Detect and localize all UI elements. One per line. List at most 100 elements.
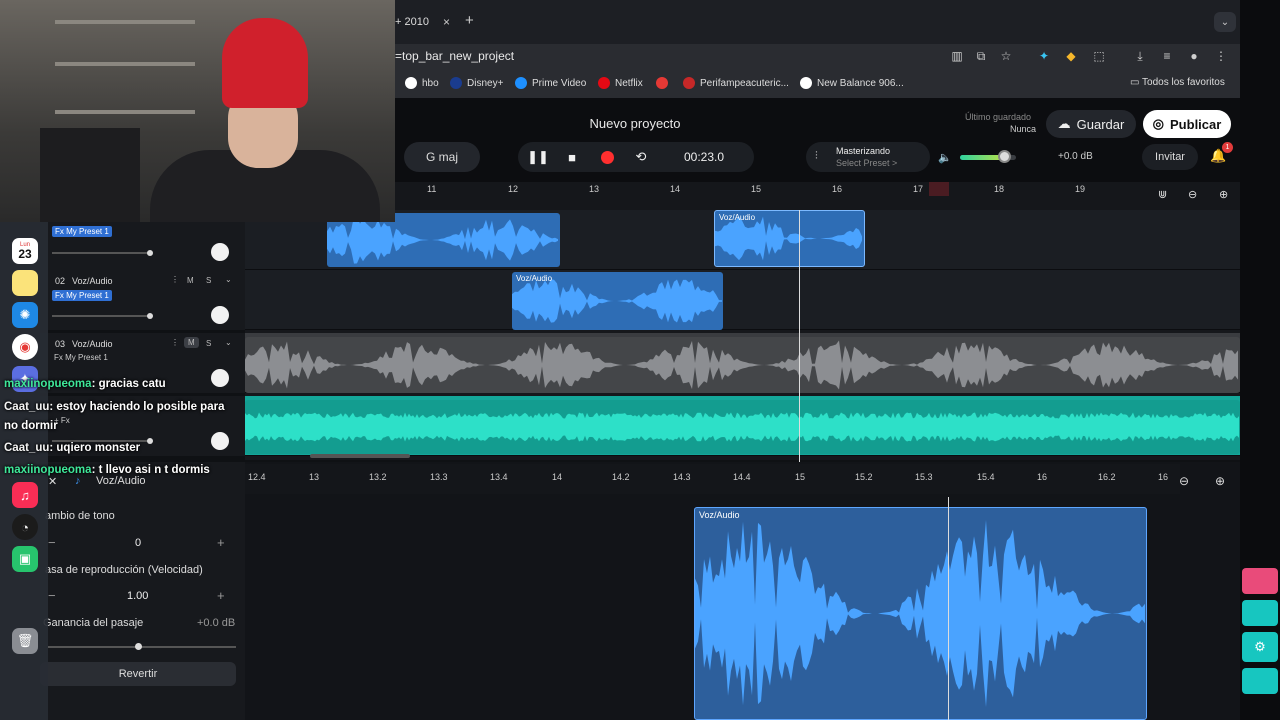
editor-clip[interactable]: Voz/Audio: [694, 507, 1147, 720]
track-lane-2[interactable]: [245, 270, 1240, 330]
stop-icon[interactable]: ■: [561, 146, 583, 168]
url-text[interactable]: =top_bar_new_project: [395, 49, 514, 63]
solo-button[interactable]: S: [206, 339, 211, 348]
notes-app-icon[interactable]: [12, 270, 38, 296]
mute-button[interactable]: M: [187, 276, 194, 285]
bookmark-item[interactable]: hbo: [405, 77, 439, 89]
bookmark-item[interactable]: Prime Video: [515, 77, 586, 89]
pan-knob[interactable]: [211, 369, 229, 387]
bookmark-item[interactable]: Perifampeacuteric...: [683, 77, 789, 89]
fx-preset-tag[interactable]: Fx My Preset 1: [54, 353, 108, 362]
gain-slider[interactable]: [48, 646, 236, 648]
all-favorites[interactable]: ▭ Todos los favoritos: [1130, 77, 1225, 88]
chevron-down-icon[interactable]: ⌄: [225, 338, 232, 347]
slider-knob[interactable]: [147, 438, 153, 444]
volume-knob[interactable]: [997, 150, 1011, 163]
editor-ruler-tick: 13.3: [430, 472, 448, 482]
speed-value[interactable]: 1.00: [127, 590, 148, 602]
key-button[interactable]: G maj: [404, 142, 480, 172]
extension-icon[interactable]: ◆: [1062, 47, 1080, 65]
music-app-icon[interactable]: ♫: [12, 482, 38, 508]
media-icon[interactable]: ≡: [1158, 47, 1176, 65]
minus-icon[interactable]: −: [48, 535, 56, 550]
menu-icon[interactable]: ⋮: [1212, 47, 1230, 65]
track-name[interactable]: Voz/Audio: [72, 276, 113, 286]
minus-icon[interactable]: −: [48, 588, 56, 603]
track-header-2[interactable]: 02 Voz/Audio ⋮ M S ⌄ Fx My Preset 1: [40, 270, 245, 330]
cast-icon[interactable]: ⧉: [972, 47, 990, 65]
gain-slider-knob[interactable]: [135, 643, 142, 650]
loop-marker[interactable]: [929, 182, 949, 196]
trash-icon[interactable]: 🗑: [12, 628, 38, 654]
color-swatch[interactable]: [1242, 568, 1278, 594]
zoom-out-icon[interactable]: ⊖: [1188, 188, 1197, 201]
fx-preset-tag[interactable]: Fx My Preset 1: [52, 226, 112, 237]
zoom-out-icon[interactable]: ⊖: [1179, 474, 1189, 488]
close-icon[interactable]: ✕: [48, 475, 57, 488]
pan-knob[interactable]: [211, 306, 229, 324]
plus-icon[interactable]: +: [217, 535, 225, 550]
chat-text: : t llevo asi n t dormis: [91, 464, 210, 476]
track-volume-slider[interactable]: [52, 315, 152, 317]
track-volume-slider[interactable]: [52, 252, 152, 254]
settings-gear-icon[interactable]: ⚙: [1242, 632, 1278, 662]
volume-icon[interactable]: 🔈: [938, 151, 952, 164]
plus-icon[interactable]: +: [217, 588, 225, 603]
editor-playhead[interactable]: [948, 497, 949, 720]
color-swatch[interactable]: [1242, 600, 1278, 626]
extension-icon[interactable]: ✦: [1035, 47, 1053, 65]
audio-clip-selected[interactable]: Voz/Audio: [714, 210, 865, 267]
loop-icon[interactable]: ⟲: [630, 146, 652, 168]
project-title[interactable]: Nuevo proyecto: [540, 116, 730, 131]
audio-clip-muted[interactable]: [245, 337, 1240, 393]
profile-avatar[interactable]: ●: [1185, 47, 1203, 65]
star-icon[interactable]: ☆: [997, 47, 1015, 65]
zoom-in-icon[interactable]: ⊕: [1215, 474, 1225, 488]
clock-app-icon[interactable]: ◔: [12, 514, 38, 540]
browser-tab[interactable]: + 2010 ×: [395, 8, 460, 36]
chevron-down-icon[interactable]: ⌄: [225, 275, 232, 284]
pan-knob[interactable]: [211, 243, 229, 261]
tab-search-chevron-icon[interactable]: ⌄: [1214, 12, 1236, 32]
slider-knob[interactable]: [147, 250, 153, 256]
address-bar[interactable]: [395, 44, 1240, 72]
chrome-app-icon[interactable]: ◉: [12, 334, 38, 360]
audio-clip-beat[interactable]: [245, 400, 1240, 454]
pan-knob[interactable]: [211, 432, 229, 450]
fx-preset-tag[interactable]: Fx My Preset 1: [52, 290, 112, 301]
calendar-app-icon[interactable]: Lun 23: [12, 238, 38, 264]
color-swatch[interactable]: [1242, 668, 1278, 694]
mic-icon: ♪: [75, 475, 81, 487]
pitch-value[interactable]: 0: [135, 537, 141, 549]
close-tab-icon[interactable]: ×: [443, 15, 450, 29]
save-button[interactable]: ☁ Guardar: [1046, 110, 1136, 138]
pause-icon[interactable]: ❚❚: [527, 146, 549, 168]
bookmark-favicon-icon: [598, 77, 610, 89]
safari-app-icon[interactable]: ✺: [12, 302, 38, 328]
zoom-in-icon[interactable]: ⊕: [1219, 188, 1228, 201]
playhead[interactable]: [799, 210, 800, 462]
mute-button-active[interactable]: M: [184, 337, 199, 348]
solo-button[interactable]: S: [206, 276, 211, 285]
clip-label: Voz/Audio: [719, 213, 756, 222]
revert-button[interactable]: Revertir: [40, 662, 236, 686]
more-icon[interactable]: ⋮: [171, 275, 179, 284]
magnet-icon[interactable]: ⋓: [1158, 188, 1167, 201]
bookmark-item[interactable]: Disney+: [450, 77, 503, 89]
download-icon[interactable]: ⤓: [1131, 47, 1149, 65]
bookmark-item[interactable]: [656, 77, 673, 89]
publish-button[interactable]: ◎ Publicar: [1143, 110, 1231, 138]
track-name[interactable]: Voz/Audio: [72, 339, 113, 349]
horizontal-scrollbar[interactable]: [310, 454, 410, 458]
new-tab-button[interactable]: +: [465, 12, 474, 29]
app-icon[interactable]: ▣: [12, 546, 38, 572]
puzzle-icon[interactable]: ⬚: [1090, 47, 1108, 65]
more-icon[interactable]: ⋮: [171, 338, 179, 347]
record-button[interactable]: [596, 146, 618, 168]
invite-button[interactable]: Invitar: [1142, 144, 1198, 170]
bookmark-item[interactable]: Netflix: [598, 77, 643, 89]
slider-knob[interactable]: [147, 313, 153, 319]
sidebar-icon[interactable]: ▥: [948, 47, 966, 65]
audio-clip[interactable]: Voz/Audio: [512, 272, 723, 330]
bookmark-item[interactable]: New Balance 906...: [800, 77, 904, 89]
